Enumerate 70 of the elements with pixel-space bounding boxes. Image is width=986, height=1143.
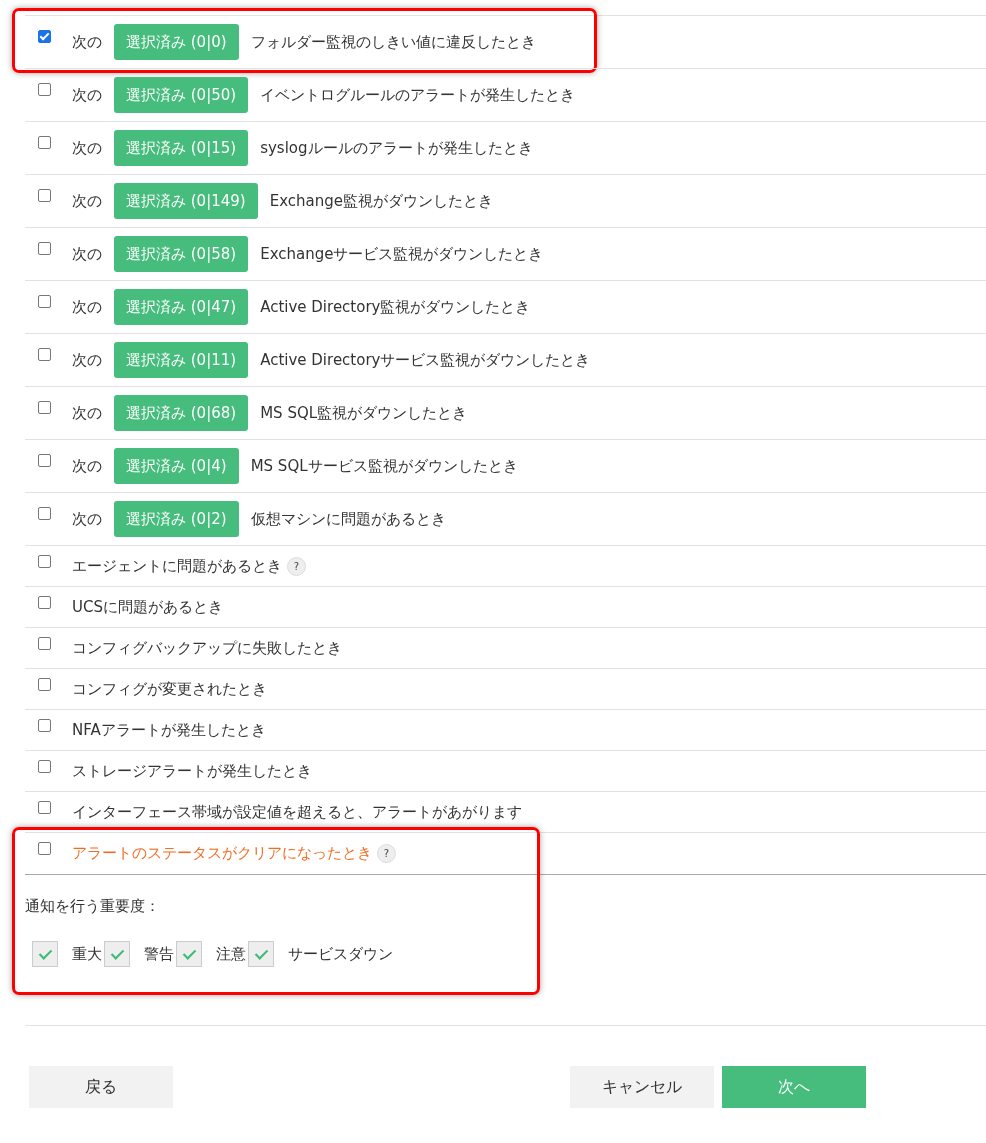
- severity-option: 注意: [216, 944, 246, 964]
- selected-items-button[interactable]: 選択済み (0|2): [114, 501, 239, 537]
- checkbox[interactable]: [38, 800, 51, 814]
- back-button[interactable]: 戻る: [29, 1066, 173, 1108]
- rule-label: アラートのステータスがクリアになったとき: [72, 844, 372, 863]
- selected-items-button[interactable]: 選択済み (0|47): [114, 289, 249, 325]
- selected-items-button[interactable]: 選択済み (0|149): [114, 183, 258, 219]
- rule-label: コンフィグバックアップに失敗したとき: [72, 638, 342, 658]
- severity-option: 重大: [72, 944, 102, 964]
- rule-label: 仮想マシンに問題があるとき: [250, 509, 446, 529]
- row-prefix: 次の: [72, 456, 102, 476]
- checkbox[interactable]: [38, 506, 51, 520]
- row-prefix: 次の: [72, 85, 102, 105]
- checkbox[interactable]: [38, 29, 51, 43]
- checkbox[interactable]: [38, 718, 51, 732]
- rule-label: syslogルールのアラートが発生したとき: [260, 138, 533, 158]
- rule-label: Active Directoryサービス監視がダウンしたとき: [260, 350, 591, 370]
- rule-label: コンフィグが変更されたとき: [72, 679, 267, 699]
- severity-label: 通知を行う重要度：: [25, 897, 160, 915]
- rule-label: ストレージアラートが発生したとき: [72, 761, 312, 781]
- severity-checkbox[interactable]: [104, 941, 130, 967]
- help-icon[interactable]: ?: [287, 556, 306, 576]
- checkbox[interactable]: [38, 842, 51, 855]
- row-prefix: 次の: [72, 403, 102, 423]
- help-icon[interactable]: ?: [377, 844, 396, 863]
- checkbox[interactable]: [38, 188, 51, 202]
- rule-label: Exchange監視がダウンしたとき: [269, 191, 493, 211]
- rule-label: MS SQL監視がダウンしたとき: [260, 403, 468, 423]
- row-prefix: 次の: [72, 350, 102, 370]
- severity-checkbox[interactable]: [248, 941, 274, 967]
- checkbox[interactable]: [38, 347, 51, 361]
- checkbox[interactable]: [38, 135, 51, 149]
- severity-checkbox[interactable]: [32, 941, 58, 967]
- rule-label: フォルダー監視のしきい値に違反したとき: [250, 32, 536, 52]
- severity-checkbox[interactable]: [176, 941, 202, 967]
- row-prefix: 次の: [72, 297, 102, 317]
- rule-label: NFAアラートが発生したとき: [72, 720, 266, 740]
- checkbox[interactable]: [38, 82, 51, 96]
- selected-items-button[interactable]: 選択済み (0|11): [114, 342, 249, 378]
- rule-label: エージェントに問題があるとき: [72, 556, 282, 576]
- rule-label: インターフェース帯域が設定値を超えると、アラートがあがります: [72, 802, 522, 822]
- checkbox[interactable]: [38, 400, 51, 414]
- selected-items-button[interactable]: 選択済み (0|68): [114, 395, 249, 431]
- checkbox[interactable]: [38, 554, 51, 568]
- rule-label: MS SQLサービス監視がダウンしたとき: [250, 456, 518, 476]
- rule-label: UCSに問題があるとき: [72, 597, 223, 617]
- row-prefix: 次の: [72, 509, 102, 529]
- selected-items-button[interactable]: 選択済み (0|4): [114, 448, 239, 484]
- row-prefix: 次の: [72, 244, 102, 264]
- checkbox[interactable]: [38, 241, 51, 255]
- checkbox[interactable]: [38, 453, 51, 467]
- selected-items-button[interactable]: 選択済み (0|58): [114, 236, 249, 272]
- checkbox[interactable]: [38, 759, 51, 773]
- selected-items-button[interactable]: 選択済み (0|50): [114, 77, 249, 113]
- cancel-button[interactable]: キャンセル: [570, 1066, 714, 1108]
- rule-label: イベントログルールのアラートが発生したとき: [260, 85, 576, 105]
- row-prefix: 次の: [72, 191, 102, 211]
- severity-option: サービスダウン: [288, 944, 393, 964]
- severity-option: 警告: [144, 944, 174, 964]
- checkbox[interactable]: [38, 294, 51, 308]
- rule-label: Exchangeサービス監視がダウンしたとき: [260, 244, 544, 264]
- selected-items-button[interactable]: 選択済み (0|15): [114, 130, 249, 166]
- checkbox[interactable]: [38, 595, 51, 609]
- next-button[interactable]: 次へ: [722, 1066, 866, 1108]
- checkbox[interactable]: [38, 636, 51, 650]
- checkbox[interactable]: [38, 677, 51, 691]
- rule-label: Active Directory監視がダウンしたとき: [260, 297, 531, 317]
- row-prefix: 次の: [72, 138, 102, 158]
- row-prefix: 次の: [72, 32, 102, 52]
- selected-items-button[interactable]: 選択済み (0|0): [114, 24, 239, 60]
